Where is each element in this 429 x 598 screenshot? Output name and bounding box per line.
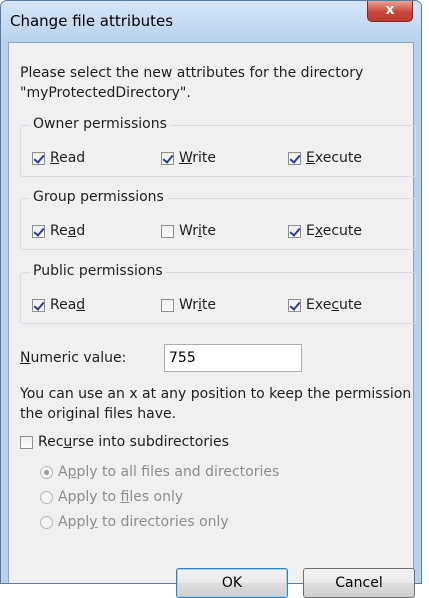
- dialog-body: Please select the new attributes for the…: [8, 42, 416, 598]
- hint-line-2: the original files have.: [20, 406, 177, 422]
- public-write-checkbox[interactable]: Write: [161, 297, 216, 313]
- owner-permissions-group: Owner permissions Read Write Execute: [20, 116, 416, 177]
- recurse-checkbox[interactable]: Recurse into subdirectories: [20, 434, 229, 450]
- apply-files-radio: Apply to files only: [40, 489, 183, 505]
- apply-all-label: Apply to all files and directories: [58, 464, 280, 480]
- group-read-label: Read: [50, 223, 86, 239]
- close-button[interactable]: x: [367, 1, 413, 22]
- radio-circle: [40, 515, 53, 529]
- apply-dirs-label: Apply to directories only: [58, 514, 229, 530]
- close-icon: x: [385, 2, 395, 18]
- group-execute-checkbox[interactable]: Execute: [288, 223, 362, 239]
- public-permissions-group: Public permissions Read Write Execute: [20, 263, 416, 324]
- checkbox-box[interactable]: [20, 435, 33, 449]
- checkbox-box[interactable]: [32, 298, 45, 312]
- radio-circle: [40, 490, 53, 504]
- checkbox-box[interactable]: [288, 298, 301, 312]
- owner-write-label: Write: [179, 150, 216, 166]
- checkbox-box[interactable]: [161, 151, 174, 165]
- ok-button[interactable]: OK: [176, 568, 288, 598]
- window-title: Change file attributes: [10, 12, 174, 30]
- title-bar[interactable]: Change file attributes x: [1, 1, 421, 41]
- checkbox-box[interactable]: [288, 151, 301, 165]
- owner-read-label: Read: [50, 150, 86, 166]
- dialog-window: Change file attributes x Please select t…: [0, 0, 422, 598]
- recurse-label: Recurse into subdirectories: [38, 434, 229, 450]
- checkbox-box[interactable]: [288, 224, 301, 238]
- owner-read-checkbox[interactable]: Read: [32, 150, 85, 166]
- numeric-value-input[interactable]: [164, 344, 302, 372]
- apply-all-radio: Apply to all files and directories: [40, 464, 279, 480]
- group-write-checkbox[interactable]: Write: [161, 223, 216, 239]
- public-permissions-label: Public permissions: [30, 263, 166, 279]
- public-read-checkbox[interactable]: Read: [32, 297, 85, 313]
- checkbox-box[interactable]: [32, 151, 45, 165]
- owner-write-checkbox[interactable]: Write: [161, 150, 216, 166]
- prompt-line-2: "myProtectedDirectory".: [20, 85, 191, 101]
- owner-execute-checkbox[interactable]: Execute: [288, 150, 362, 166]
- apply-files-label: Apply to files only: [58, 489, 184, 505]
- public-execute-checkbox[interactable]: Execute: [288, 297, 362, 313]
- radio-circle: [40, 465, 53, 479]
- prompt-line-1: Please select the new attributes for the…: [20, 65, 364, 81]
- cancel-button[interactable]: Cancel: [303, 568, 415, 598]
- group-write-label: Write: [179, 223, 216, 239]
- hint-line-1: You can use an x at any position to keep…: [20, 386, 412, 402]
- group-permissions-label: Group permissions: [30, 189, 167, 205]
- group-execute-label: Execute: [306, 223, 363, 239]
- group-read-checkbox[interactable]: Read: [32, 223, 85, 239]
- checkbox-box[interactable]: [161, 224, 174, 238]
- public-write-label: Write: [179, 297, 216, 313]
- group-permissions-group: Group permissions Read Write Execute: [20, 189, 416, 250]
- apply-dirs-radio: Apply to directories only: [40, 514, 229, 530]
- checkbox-box[interactable]: [161, 298, 174, 312]
- owner-execute-label: Execute: [306, 150, 362, 166]
- public-execute-label: Execute: [306, 297, 363, 313]
- owner-permissions-label: Owner permissions: [30, 116, 170, 132]
- numeric-value-label: Numeric value:: [20, 350, 127, 366]
- public-read-label: Read: [50, 297, 86, 313]
- checkbox-box[interactable]: [32, 224, 45, 238]
